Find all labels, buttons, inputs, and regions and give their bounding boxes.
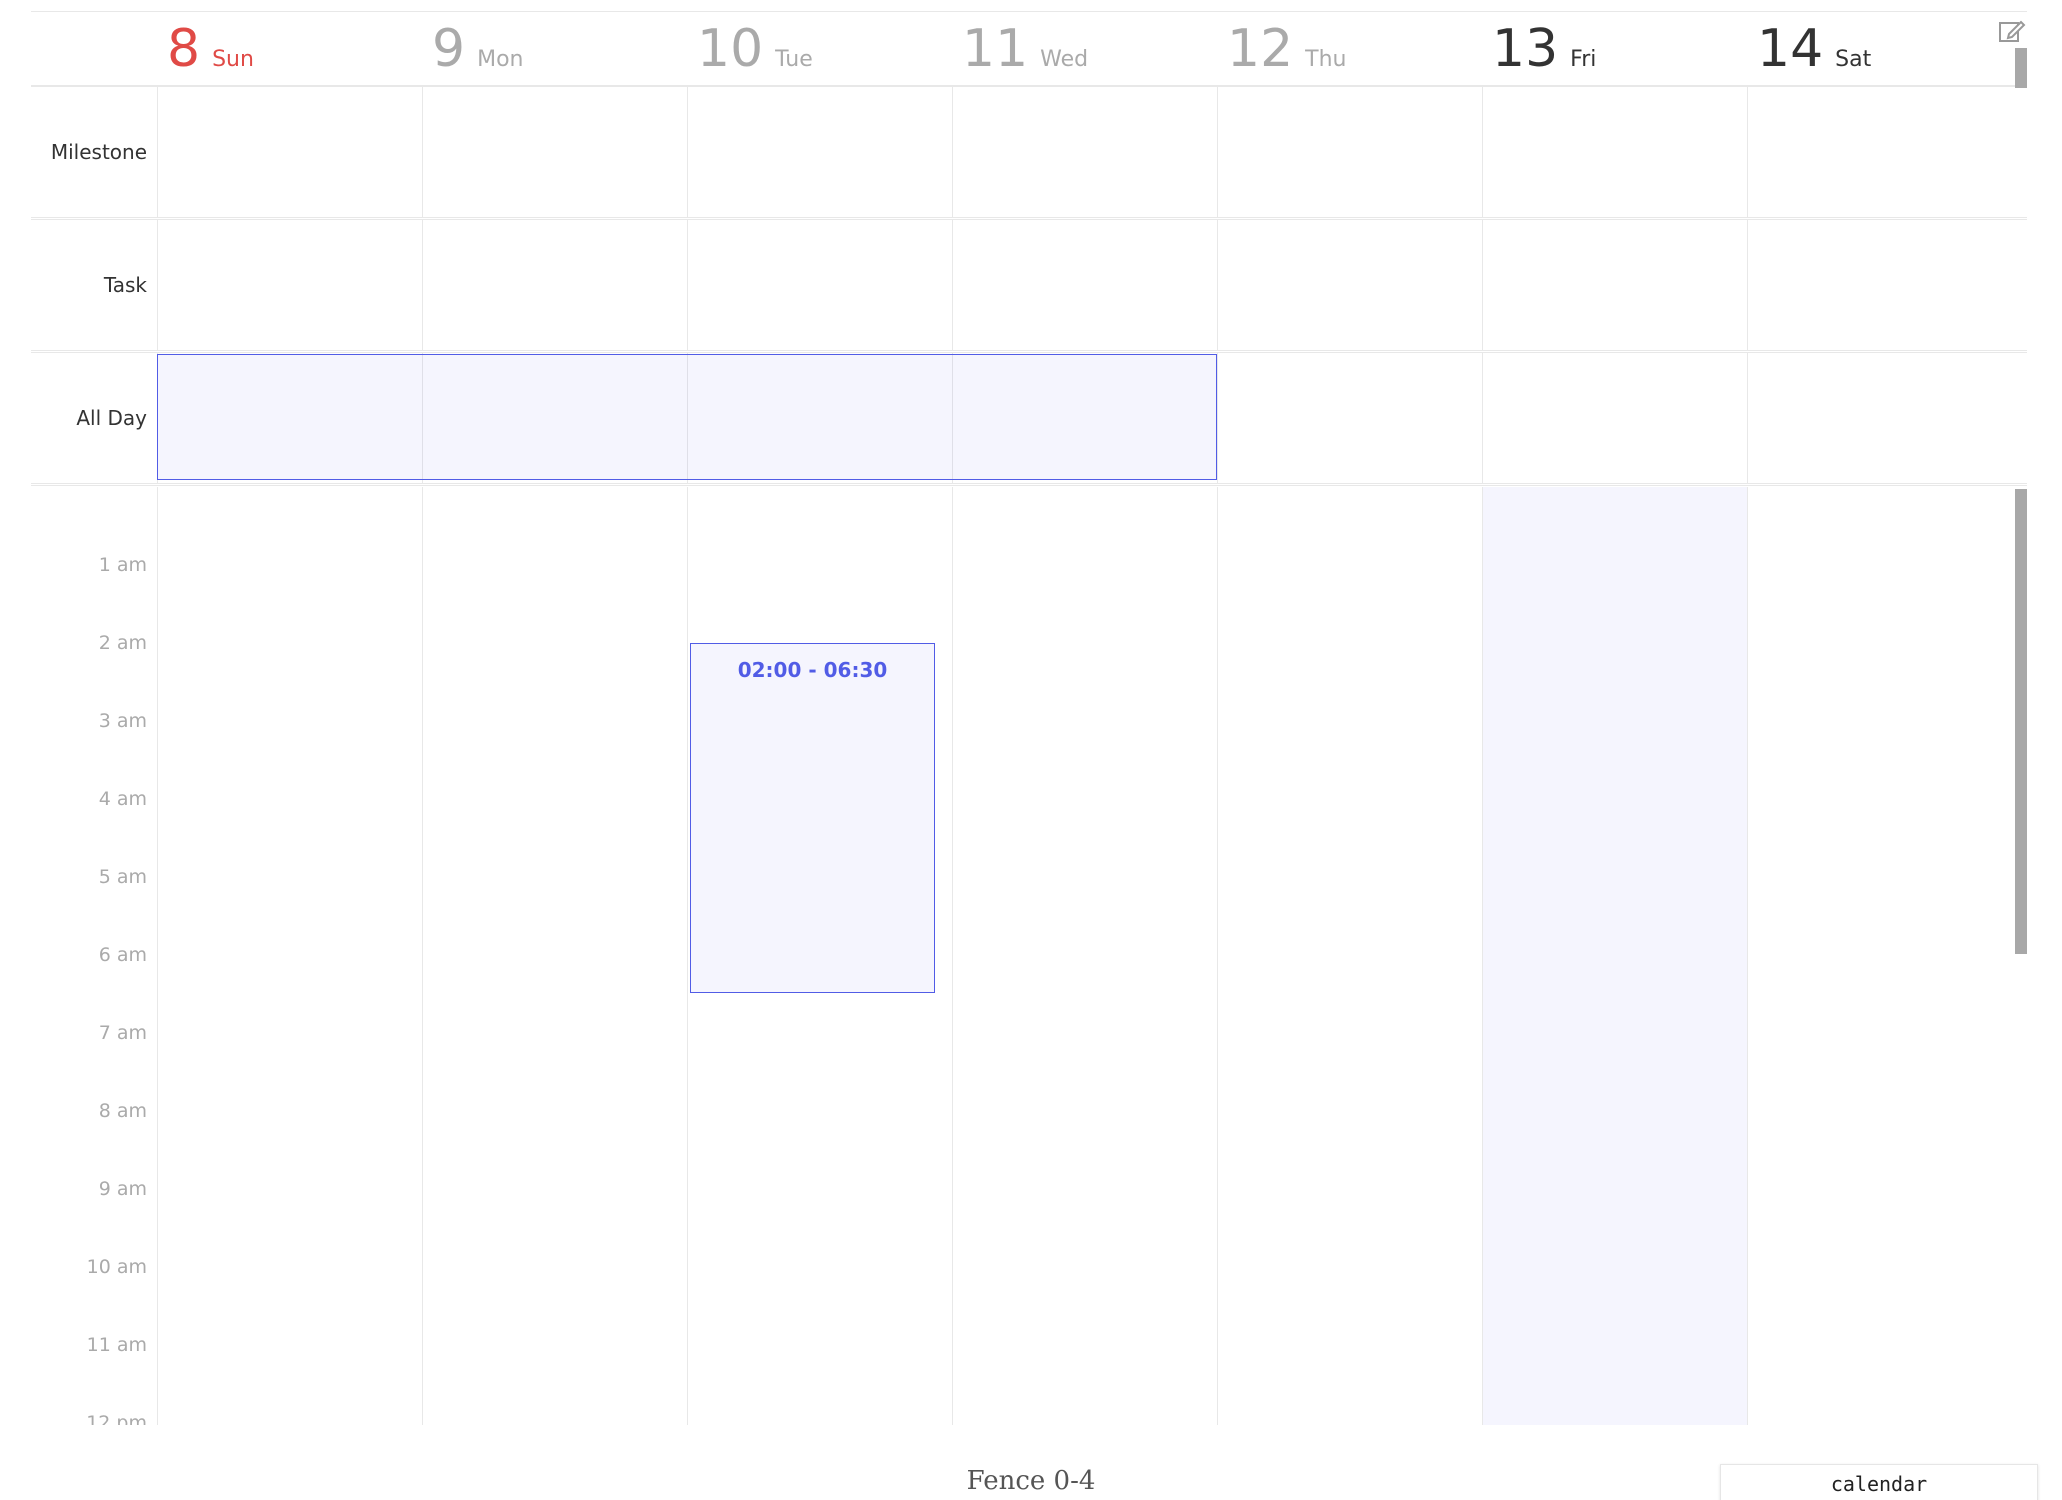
time-column-mon[interactable] <box>422 487 687 1425</box>
milestone-label: Milestone <box>50 140 147 164</box>
time-label: 9 am <box>98 1178 147 1200</box>
milestone-cell[interactable] <box>1217 87 1482 217</box>
day-header-fri[interactable]: 13 Fri <box>1472 12 1737 86</box>
day-number: 13 <box>1492 19 1559 79</box>
task-label: Task <box>103 273 147 297</box>
day-number: 9 <box>432 19 466 79</box>
day-number: 8 <box>167 19 201 79</box>
task-cell[interactable] <box>1482 220 1747 350</box>
task-cell[interactable] <box>687 220 952 350</box>
day-header-sun[interactable]: 8 Sun <box>147 12 412 86</box>
time-label: 7 am <box>98 1022 147 1044</box>
time-column-wed[interactable] <box>952 487 1217 1425</box>
allday-cell[interactable] <box>1482 353 1747 483</box>
time-column-fri[interactable] <box>1482 487 1747 1425</box>
week-header: 8 Sun 9 Mon 10 Tue 11 Wed 12 Thu 13 Fri 14 Sat <box>31 11 2027 88</box>
milestone-cell[interactable] <box>1482 87 1747 217</box>
task-cell[interactable] <box>1217 220 1482 350</box>
time-column-sat[interactable] <box>1747 487 2015 1425</box>
time-grid-scrollbar[interactable] <box>2015 489 2027 954</box>
day-name: Wed <box>1040 47 1089 72</box>
time-label: 11 am <box>86 1334 147 1356</box>
day-header-tue[interactable]: 10 Tue <box>677 12 942 86</box>
time-label: 4 am <box>98 788 147 810</box>
day-number: 10 <box>697 19 764 79</box>
day-number: 14 <box>1757 19 1824 79</box>
header-scrollbar <box>2015 48 2027 88</box>
calendar-button[interactable]: calendar <box>1720 1464 2038 1500</box>
day-header-wed[interactable]: 11 Wed <box>942 12 1207 86</box>
day-name: Fri <box>1570 47 1597 72</box>
allday-panel: All Day <box>31 353 2027 486</box>
milestone-cell[interactable] <box>422 87 687 217</box>
time-column-thu[interactable] <box>1217 487 1482 1425</box>
task-cell[interactable] <box>157 220 422 350</box>
task-cell[interactable] <box>422 220 687 350</box>
day-header-mon[interactable]: 9 Mon <box>412 12 677 86</box>
day-number: 11 <box>962 19 1029 79</box>
allday-label: All Day <box>76 406 147 430</box>
day-name: Sun <box>212 47 254 72</box>
day-number: 12 <box>1227 19 1294 79</box>
milestone-panel: Milestone <box>31 87 2027 220</box>
task-cell[interactable] <box>1747 220 2015 350</box>
task-panel: Task <box>31 220 2027 353</box>
milestone-cell[interactable] <box>157 87 422 217</box>
time-label: 12 pm <box>86 1412 147 1425</box>
time-label: 8 am <box>98 1100 147 1122</box>
day-name: Sat <box>1835 47 1872 72</box>
day-header-sat[interactable]: 14 Sat <box>1737 12 2002 86</box>
task-cell[interactable] <box>952 220 1217 350</box>
allday-event-block[interactable] <box>157 354 1217 480</box>
milestone-cell[interactable] <box>1747 87 2015 217</box>
allday-cell[interactable] <box>1217 353 1482 483</box>
time-label: 5 am <box>98 866 147 888</box>
calendar-app: 8 Sun 9 Mon 10 Tue 11 Wed 12 Thu 13 Fri 14 Sat … <box>0 0 2062 1500</box>
allday-cell[interactable] <box>1747 353 2015 483</box>
time-label: 10 am <box>86 1256 147 1278</box>
edit-icon[interactable] <box>1997 16 2027 46</box>
day-name: Thu <box>1305 47 1347 72</box>
milestone-cell[interactable] <box>952 87 1217 217</box>
event-time-label: 02:00 - 06:30 <box>737 658 888 682</box>
milestone-cell[interactable] <box>687 87 952 217</box>
time-column-sun[interactable] <box>157 487 422 1425</box>
day-name: Mon <box>477 47 524 72</box>
day-header-thu[interactable]: 12 Thu <box>1207 12 1472 86</box>
time-label: 3 am <box>98 710 147 732</box>
time-label: 2 am <box>98 632 147 654</box>
time-label: 1 am <box>98 554 147 576</box>
time-label: 6 am <box>98 944 147 966</box>
time-event-block[interactable]: 02:00 - 06:30 <box>690 643 935 993</box>
day-name: Tue <box>775 47 813 72</box>
time-grid: 1 am 2 am 3 am 4 am 5 am 6 am 7 am 8 am … <box>31 487 2027 1425</box>
